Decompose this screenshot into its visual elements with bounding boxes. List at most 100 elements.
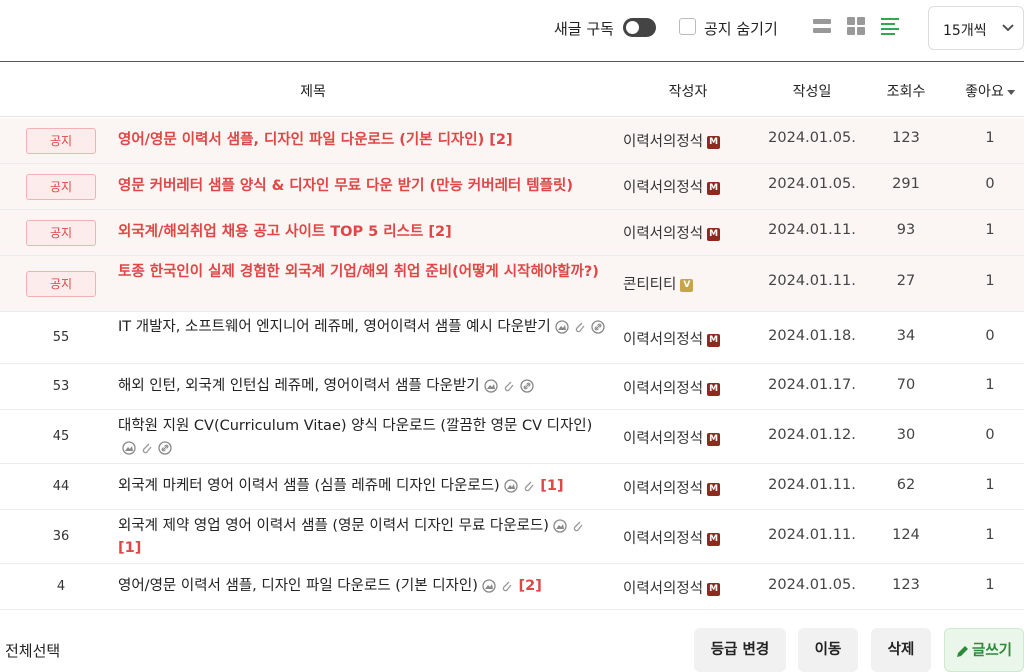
notice-badge: 공지	[26, 220, 96, 246]
like-count: 0	[985, 328, 995, 344]
subscribe-label: 새글 구독	[554, 20, 614, 38]
post-title-link[interactable]: IT 개발자, 소프트웨어 엔지니어 레쥬메, 영어이력서 샘플 예시 다운받기	[118, 316, 610, 338]
write-button[interactable]: 글쓰기	[944, 628, 1024, 672]
author-link[interactable]: 이력서의정석 M	[623, 477, 721, 498]
post-number: 53	[52, 379, 70, 394]
subscribe-toggle[interactable]	[623, 18, 656, 37]
author-link[interactable]: 이력서의정석 M	[623, 527, 721, 548]
image-icon	[504, 479, 518, 493]
card-view-icon[interactable]	[847, 17, 865, 35]
post-title-link[interactable]: 대학원 지원 CV(Curriculum Vitae) 양식 다운로드 (깔끔한…	[118, 415, 610, 459]
like-count: 0	[985, 427, 995, 443]
notice-badge: 공지	[26, 174, 96, 200]
image-icon	[482, 579, 496, 593]
author-link[interactable]: 이력서의정석 M	[623, 130, 721, 151]
member-level-icon: M	[707, 181, 721, 195]
author-link[interactable]: 이력서의정석 M	[623, 176, 721, 197]
author-link[interactable]: 콘티티티 V	[623, 273, 694, 294]
view-count: 27	[896, 273, 916, 289]
author-link[interactable]: 이력서의정석 M	[623, 328, 721, 349]
author-link[interactable]: 이력서의정석 M	[623, 222, 721, 243]
author-name: 이력서의정석	[623, 381, 704, 397]
sort-down-icon	[1006, 89, 1015, 95]
like-count: 1	[985, 273, 995, 289]
author-link[interactable]: 이력서의정석 M	[623, 577, 721, 598]
like-count: 1	[985, 130, 995, 146]
post-title-link[interactable]: 영문 커버레터 샘플 양식 & 디자인 무료 다운 받기 (만능 커버레터 템플…	[118, 175, 610, 197]
author-link[interactable]: 이력서의정석 M	[623, 427, 721, 448]
post-title-link[interactable]: 영어/영문 이력서 샘플, 디자인 파일 다운로드 (기본 디자인) [2]	[118, 129, 610, 151]
post-title-link[interactable]: 외국계 마케터 영어 이력서 샘플 (심플 레쥬메 디자인 다운로드) [1]	[118, 475, 610, 497]
hide-notice-label: 공지 숨기기	[704, 20, 778, 38]
attachment-icon	[573, 521, 583, 532]
post-title-link[interactable]: 영어/영문 이력서 샘플, 디자인 파일 다운로드 (기본 디자인) [2]	[118, 575, 610, 597]
post-number: 45	[52, 429, 70, 444]
move-button[interactable]: 이동	[798, 628, 858, 672]
delete-button[interactable]: 삭제	[871, 628, 931, 672]
post-number: 55	[52, 330, 70, 345]
post-title-link[interactable]: 외국계 제약 영업 영어 이력서 샘플 (영문 이력서 디자인 무료 다운로드)…	[118, 515, 610, 559]
select-all-button[interactable]: 전체선택	[5, 640, 60, 661]
author-name: 이력서의정석	[623, 180, 704, 196]
view-count: 291	[892, 176, 920, 192]
notice-row: 공지 영문 커버레터 샘플 양식 & 디자인 무료 다운 받기 (만능 커버레터…	[0, 164, 1024, 210]
view-count: 70	[896, 377, 916, 393]
post-number: 36	[52, 529, 70, 544]
table-header: 제목 작성자 작성일 조회수 좋아요	[0, 63, 1024, 117]
attachment-icon	[502, 581, 512, 592]
hide-notice-checkbox[interactable]	[679, 18, 696, 35]
member-level-icon: M	[707, 582, 721, 596]
author-name: 이력서의정석	[623, 431, 704, 447]
author-name: 이력서의정석	[623, 226, 704, 242]
column-views: 조회수	[886, 84, 926, 100]
column-likes-sort[interactable]: 좋아요	[965, 81, 1015, 101]
like-count: 1	[985, 527, 995, 543]
member-level-icon: M	[707, 333, 721, 347]
view-count: 34	[896, 328, 916, 344]
comment-count[interactable]: [2]	[428, 224, 451, 240]
post-date: 2024.01.11.	[768, 222, 856, 238]
comment-count[interactable]: [1]	[118, 540, 141, 556]
post-date: 2024.01.11.	[768, 527, 856, 543]
member-level-icon: M	[707, 135, 721, 149]
post-title-link[interactable]: 토종 한국인이 실제 경험한 외국계 기업/해외 취업 준비(어떻게 시작해야할…	[118, 261, 610, 283]
comment-count[interactable]: [1]	[540, 478, 563, 494]
author-name: 이력서의정석	[623, 531, 704, 547]
notice-row: 공지 영어/영문 이력서 샘플, 디자인 파일 다운로드 (기본 디자인) [2…	[0, 118, 1024, 164]
post-row: 53 해외 인턴, 외국계 인턴십 레쥬메, 영어이력서 샘플 다운받기 이력서…	[0, 364, 1024, 410]
post-date: 2024.01.12.	[768, 427, 856, 443]
view-count: 123	[892, 130, 920, 146]
notice-badge: 공지	[26, 128, 96, 154]
toggle-knob	[626, 21, 639, 34]
column-author: 작성자	[668, 84, 708, 100]
attachment-icon	[142, 443, 152, 454]
column-likes: 좋아요	[965, 84, 1004, 100]
post-title: 외국계 제약 영업 영어 이력서 샘플 (영문 이력서 디자인 무료 다운로드)	[118, 518, 549, 534]
post-date: 2024.01.11.	[768, 477, 856, 493]
post-row: 36 외국계 제약 영업 영어 이력서 샘플 (영문 이력서 디자인 무료 다운…	[0, 510, 1024, 564]
comment-count[interactable]: [2]	[519, 578, 542, 594]
post-title-link[interactable]: 해외 인턴, 외국계 인턴십 레쥬메, 영어이력서 샘플 다운받기	[118, 375, 610, 397]
member-level-icon: M	[707, 532, 721, 546]
comment-count[interactable]: [2]	[489, 132, 512, 148]
list-view-icon[interactable]	[813, 17, 831, 35]
like-count: 1	[985, 222, 995, 238]
text-list-view-icon[interactable]	[881, 17, 899, 35]
post-title: 영문 커버레터 샘플 양식 & 디자인 무료 다운 받기 (만능 커버레터 템플…	[118, 178, 573, 194]
grade-change-button[interactable]: 등급 변경	[694, 628, 786, 672]
post-title: 대학원 지원 CV(Curriculum Vitae) 양식 다운로드 (깔끔한…	[118, 418, 593, 434]
post-title: 외국계/해외취업 채용 공고 사이트 TOP 5 리스트	[118, 224, 424, 240]
member-level-icon: M	[707, 382, 721, 396]
post-row: 55 IT 개발자, 소프트웨어 엔지니어 레쥬메, 영어이력서 샘플 예시 다…	[0, 312, 1024, 364]
author-name: 이력서의정석	[623, 481, 704, 497]
post-title-link[interactable]: 외국계/해외취업 채용 공고 사이트 TOP 5 리스트 [2]	[118, 221, 610, 243]
author-link[interactable]: 이력서의정석 M	[623, 377, 721, 398]
attachment-icon	[575, 322, 585, 333]
per-page-value: 15개씩	[943, 23, 987, 39]
post-date: 2024.01.11.	[768, 273, 856, 289]
image-icon	[122, 441, 136, 455]
post-row: 4 영어/영문 이력서 샘플, 디자인 파일 다운로드 (기본 디자인) [2]…	[0, 564, 1024, 610]
per-page-select[interactable]: 15개씩	[928, 6, 1024, 50]
post-title: 영어/영문 이력서 샘플, 디자인 파일 다운로드 (기본 디자인)	[118, 578, 478, 594]
member-level-icon: M	[707, 482, 721, 496]
